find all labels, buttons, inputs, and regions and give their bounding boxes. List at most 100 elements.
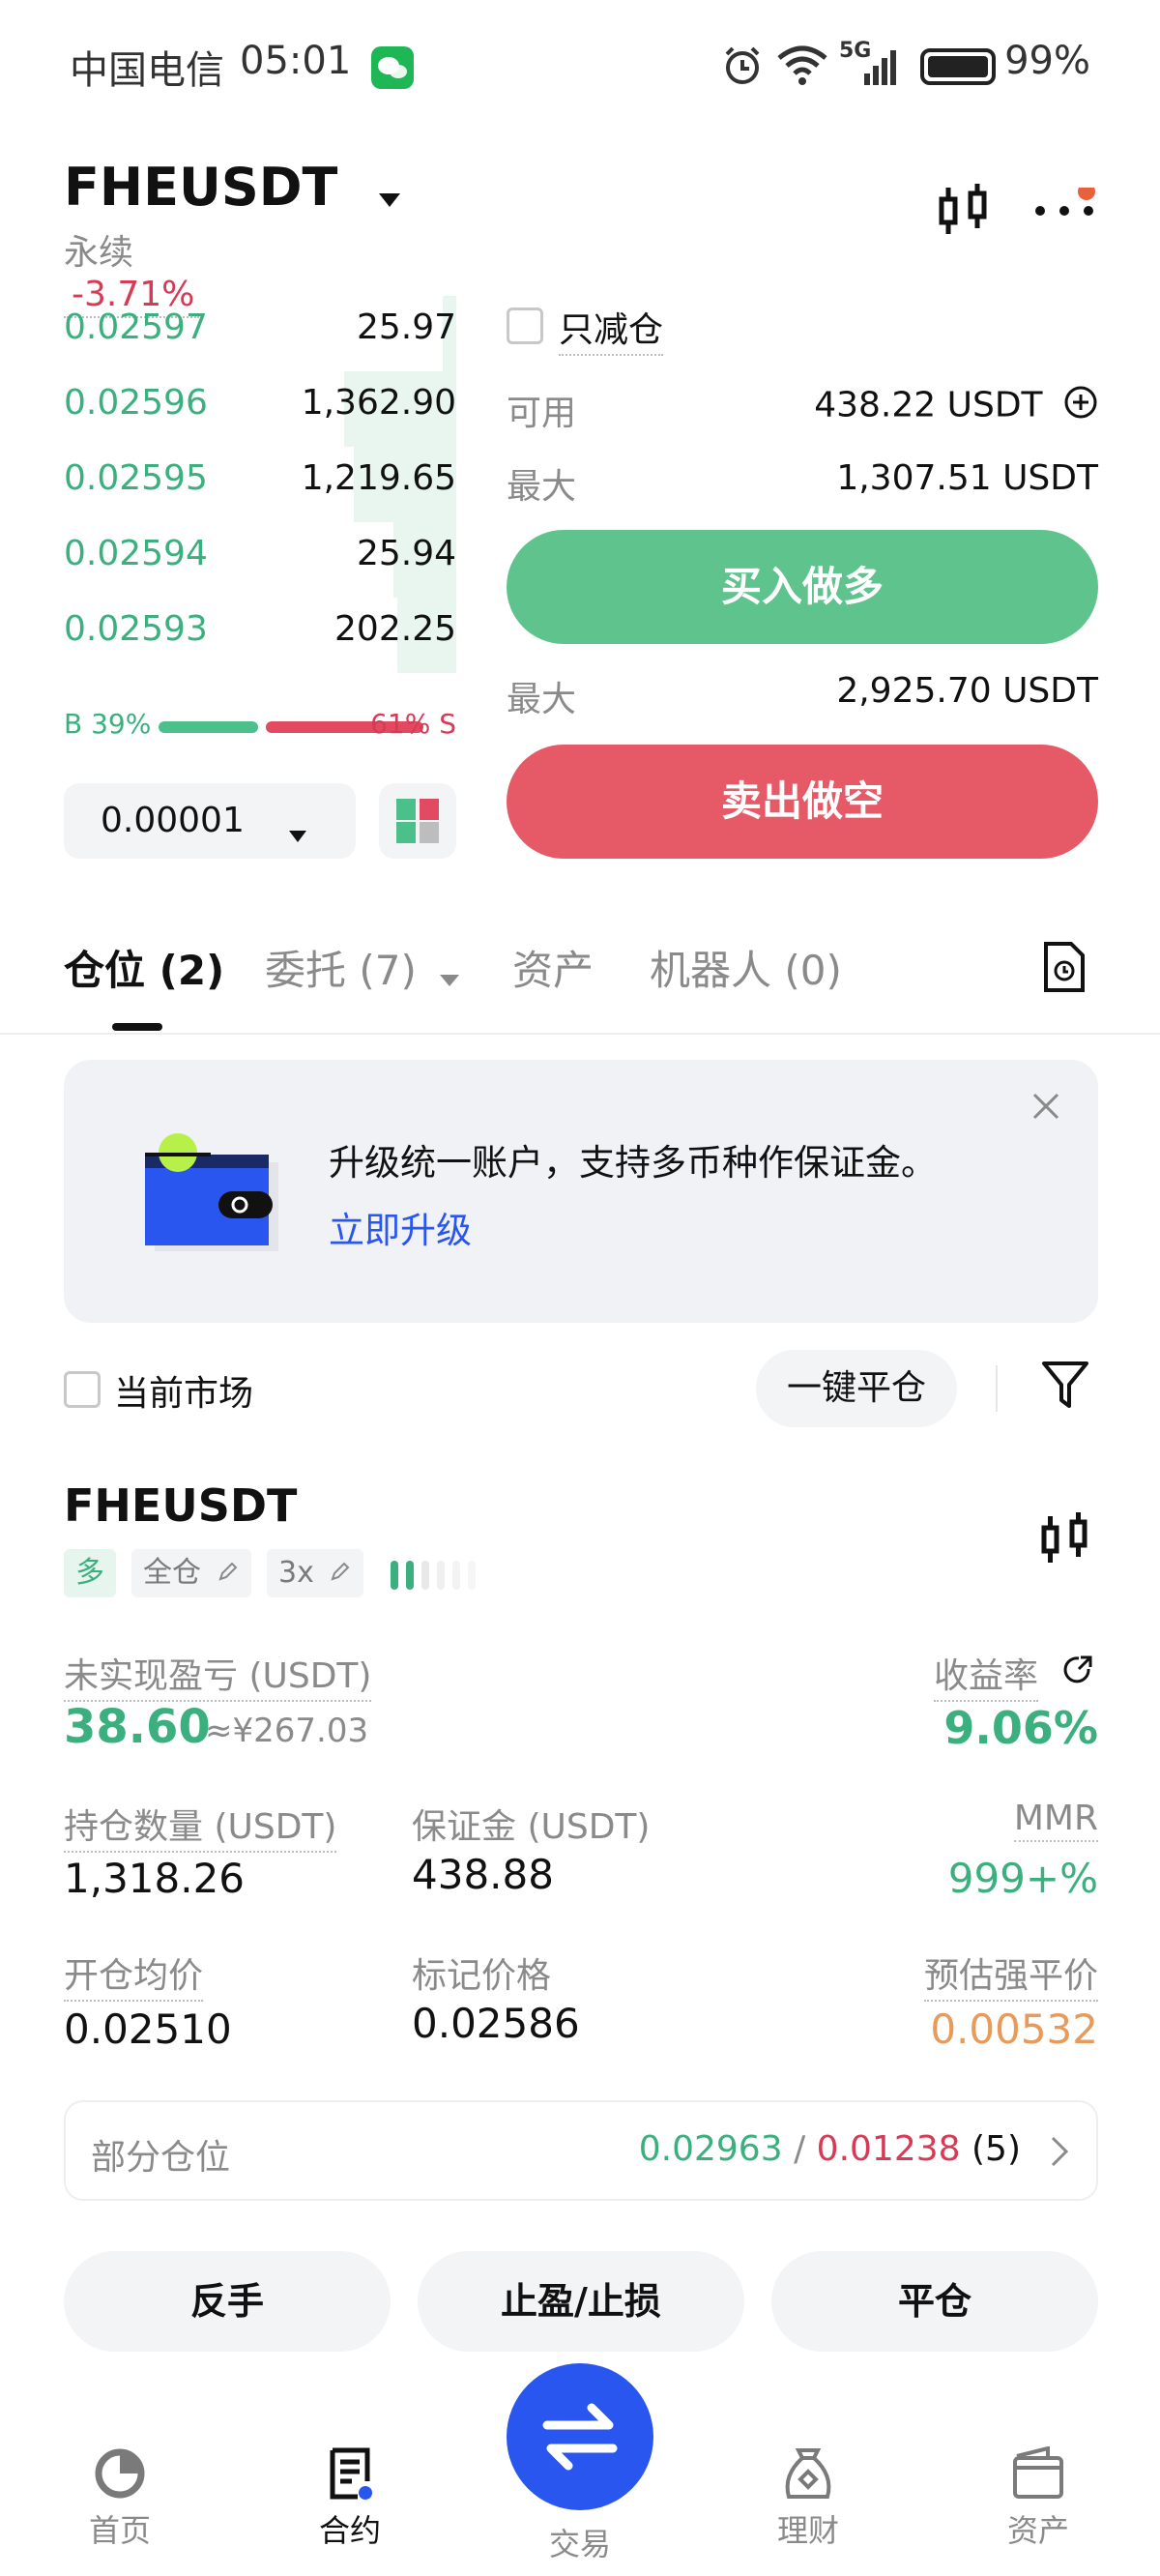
entry-price-label: 开仓均价 [64,1947,204,2002]
unrealized-pnl-value: 38.60 [64,1700,211,1754]
nav-earn-label: 理财 [776,2512,839,2549]
tab-bots[interactable]: 机器人 (0) [650,938,842,997]
available-balance-row: 可用 438.22 USDT [507,385,1098,443]
history-icon[interactable] [1042,940,1087,1004]
wallet-illustration-icon [135,1133,280,1257]
nav-assets-label: 资产 [1006,2512,1069,2549]
leverage-tag[interactable]: 3x [267,1549,364,1598]
futures-icon [282,2446,418,2501]
partial-sl-price: 0.01238 [816,2129,961,2169]
available-label: 可用 [507,394,577,433]
swap-icon [541,2402,619,2475]
chevron-right-icon [1050,2135,1069,2177]
nav-assets[interactable]: 资产 [971,2446,1106,2551]
tab-orders[interactable]: 委托 (7) [265,938,460,997]
edit-icon [329,1550,352,1598]
current-market-label: 当前市场 [114,1374,254,1414]
entry-price-value: 0.02510 [64,2005,232,2053]
precision-value: 0.00001 [101,801,245,840]
close-all-button[interactable]: 一键平仓 [756,1350,957,1427]
contract-type: 永续 [64,233,134,273]
orderbook-row[interactable]: 0.02597 25.97 [64,296,456,371]
risk-level-bars [389,1559,481,1595]
divider [0,1033,1160,1035]
side-tag: 多 [64,1549,116,1597]
partial-position-row[interactable]: 部分仓位 0.02963 / 0.01238 (5) [64,2100,1098,2201]
tab-positions[interactable]: 仓位 (2) [64,938,224,997]
wechat-icon [371,46,414,89]
nav-earn[interactable]: 理财 [740,2446,876,2551]
ask-price: 0.02594 [64,534,208,573]
status-bar: 中国电信 05:01 5G 99% [70,39,1090,97]
orderbook-row[interactable]: 0.02595 1,219.65 [64,447,456,522]
buy-ratio-bar [159,721,258,733]
margin-mode-label: 全仓 [143,1556,201,1590]
reduce-only-checkbox[interactable] [507,307,543,344]
roi-value: 9.06% [943,1702,1098,1754]
mmr-value: 999+% [947,1855,1098,1902]
upgrade-banner[interactable]: 升级统一账户，支持多币种作保证金。 立即升级 [64,1060,1098,1323]
sell-ratio-label: 61% S [370,708,456,740]
position-tabs: 仓位 (2) 委托 (7) 资产 机器人 (0) [64,938,1098,1006]
tab-assets[interactable]: 资产 [512,938,594,997]
orderbook-layout-icon[interactable] [379,783,456,859]
orderbook-row[interactable]: 0.02596 1,362.90 [64,371,456,447]
margin-value: 438.88 [412,1851,554,1898]
caret-down-icon [439,950,460,997]
ask-qty: 25.97 [356,307,456,347]
max-long-value: 1,307.51 USDT [836,458,1098,498]
add-funds-icon[interactable] [1063,385,1098,428]
close-icon[interactable] [1029,1089,1063,1127]
tp-sl-button[interactable]: 止盈/止损 [418,2251,744,2352]
ask-price: 0.02595 [64,458,208,498]
max-long-row: 最大 1,307.51 USDT [507,458,1098,516]
current-market-checkbox[interactable] [64,1371,101,1408]
reverse-button[interactable]: 反手 [64,2251,391,2352]
share-icon[interactable] [1061,1654,1094,1690]
caret-down-icon [288,812,307,852]
mark-price-value: 0.02586 [412,2000,580,2047]
filter-icon[interactable] [1040,1358,1090,1416]
active-tab-indicator [112,1023,162,1031]
battery-icon [920,48,996,85]
unrealized-pnl-cny: ≈¥267.03 [205,1712,369,1750]
ask-qty: 202.25 [334,609,456,649]
position-pair[interactable]: FHEUSDT [64,1479,297,1532]
roi-label: 收益率 [934,1648,1039,1702]
ask-price: 0.02593 [64,609,208,649]
buy-long-button[interactable]: 买入做多 [507,530,1098,644]
margin-mode-tag[interactable]: 全仓 [131,1549,251,1597]
nav-home[interactable]: 首页 [52,2446,188,2551]
ask-qty: 25.94 [356,534,456,573]
close-position-button[interactable]: 平仓 [771,2251,1098,2352]
edit-icon [217,1550,240,1598]
nav-futures[interactable]: 合约 [282,2446,418,2551]
battery-level: 99% [1004,39,1090,83]
mmr-label: MMR [1013,1799,1098,1842]
nav-home-label: 首页 [88,2512,151,2549]
position-chart-icon[interactable] [1040,1510,1090,1572]
nav-trade[interactable]: 交易 [512,2520,648,2568]
sell-short-button[interactable]: 卖出做空 [507,745,1098,859]
ask-qty: 1,219.65 [301,458,456,498]
pair-name: FHEUSDT [64,157,338,218]
banner-text: 升级统一账户，支持多币种作保证金。 [329,1142,937,1184]
buy-ratio-label: B 39% [64,708,152,740]
orderbook-row[interactable]: 0.02593 202.25 [64,598,456,673]
pair-selector[interactable]: FHEUSDT [64,157,402,221]
orderbook-row[interactable]: 0.02594 25.94 [64,522,456,598]
divider [996,1365,998,1412]
price-precision-select[interactable]: 0.00001 [64,783,356,859]
max-short-value: 2,925.70 USDT [836,671,1098,711]
carrier-label: 中国电信 [70,48,224,93]
wallet-icon [971,2446,1106,2501]
ask-qty: 1,362.90 [301,383,456,423]
more-menu-icon[interactable] [1032,183,1096,226]
partial-separator: / [794,2129,806,2169]
home-icon [52,2446,188,2501]
upgrade-link[interactable]: 立即升级 [329,1201,472,1253]
trade-swap-button[interactable] [507,2363,653,2510]
buy-sell-ratio: B 39% 61% S [64,708,456,746]
margin-label: 保证金 (USDT) [412,1807,651,1847]
candlestick-chart-icon[interactable] [936,182,990,244]
